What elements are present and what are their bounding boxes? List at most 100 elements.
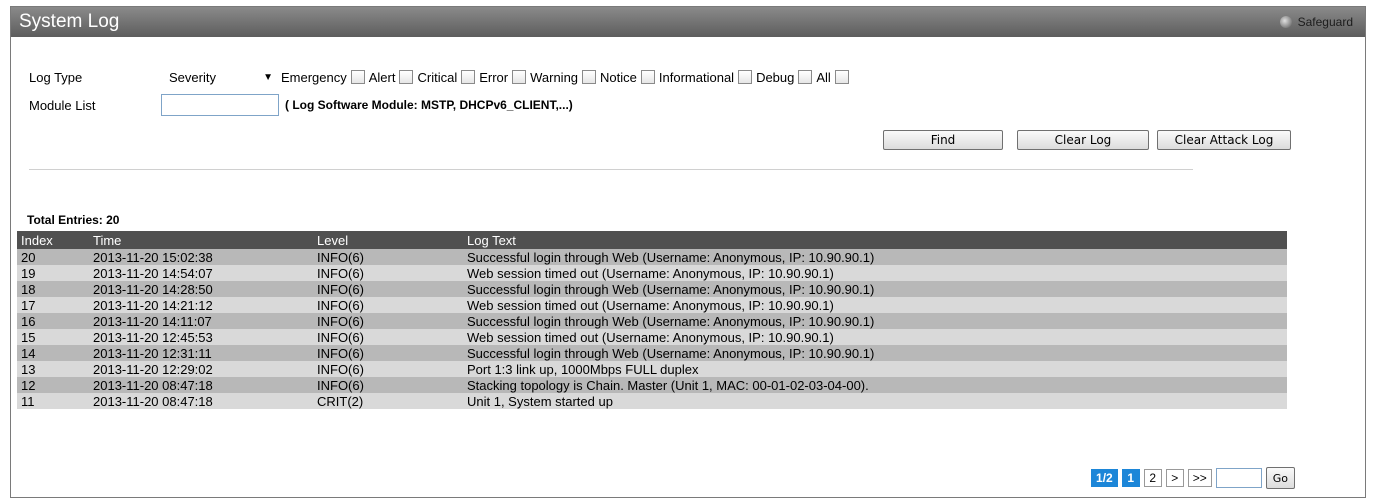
page-link-2[interactable]: 2 — [1143, 469, 1162, 487]
page-jump-input[interactable] — [1215, 468, 1262, 488]
log-table: Index Time Level Log Text 20 2013-11-20 1… — [17, 231, 1287, 409]
cell-index: 17 — [17, 297, 61, 313]
cell-time: 2013-11-20 14:54:07 — [61, 265, 313, 281]
system-log-panel: System Log Safeguard Log Type Severity ▼… — [10, 6, 1366, 498]
cell-index: 19 — [17, 265, 61, 281]
cell-time: 2013-11-20 08:47:18 — [61, 377, 313, 393]
cell-time: 2013-11-20 15:02:38 — [61, 249, 313, 265]
safeguard-label: Safeguard — [1297, 15, 1353, 29]
severity-option-label: Notice — [600, 69, 637, 85]
severity-option-label: Informational — [658, 69, 735, 85]
cell-time: 2013-11-20 12:31:11 — [61, 345, 313, 361]
table-row: 18 2013-11-20 14:28:50 INFO(6) Successful l… — [17, 281, 1287, 297]
cell-index: 13 — [17, 361, 61, 377]
total-entries: Total Entries: 20 — [27, 213, 120, 227]
cell-time: 2013-11-20 08:47:18 — [61, 393, 313, 409]
log-table-header: Index Time Level Log Text — [17, 231, 1287, 249]
find-button[interactable]: Find — [883, 130, 1003, 150]
module-list-row: Module List ( Log Software Module: MSTP,… — [29, 94, 573, 116]
clear-log-button[interactable]: Clear Log — [1017, 130, 1149, 150]
table-row: 13 2013-11-20 12:29:02 INFO(6) Port 1:3 lin… — [17, 361, 1287, 377]
title-bar: System Log Safeguard — [11, 7, 1365, 37]
cell-level: INFO(6) — [313, 313, 463, 329]
severity-option-label: All — [816, 69, 831, 85]
severity-checkbox[interactable] — [512, 70, 527, 84]
table-row: 17 2013-11-20 14:21:12 INFO(6) Web session … — [17, 297, 1287, 313]
next-page-link[interactable]: > — [1165, 469, 1184, 487]
cell-time: 2013-11-20 12:29:02 — [61, 361, 313, 377]
cell-level: INFO(6) — [313, 377, 463, 393]
severity-option-label: Critical — [417, 69, 458, 85]
severity-option-informational[interactable]: Informational — [658, 69, 753, 85]
cell-log-text: Web session timed out (Username: Anonymo… — [463, 297, 1287, 313]
cell-index: 12 — [17, 377, 61, 393]
column-time: Time — [61, 231, 313, 249]
cell-log-text: Web session timed out (Username: Anonymo… — [463, 329, 1287, 345]
cell-log-text: Web session timed out (Username: Anonymo… — [463, 265, 1287, 281]
severity-option-critical[interactable]: Critical — [417, 69, 476, 85]
severity-option-alert[interactable]: Alert — [369, 70, 414, 85]
cell-level: INFO(6) — [313, 345, 463, 361]
severity-checkbox[interactable] — [350, 70, 365, 84]
cell-level: CRIT(2) — [313, 393, 463, 409]
page-title: System Log — [19, 11, 120, 32]
cell-level: INFO(6) — [313, 249, 463, 265]
severity-checkbox[interactable] — [582, 70, 597, 84]
cell-log-text: Successful login through Web (Username: … — [463, 345, 1287, 361]
cell-log-text: Stacking topology is Chain. Master (Unit… — [463, 377, 1287, 393]
module-list-input[interactable] — [161, 94, 279, 116]
severity-option-notice[interactable]: Notice — [600, 70, 655, 85]
cell-time: 2013-11-20 14:11:07 — [61, 313, 313, 329]
cell-level: INFO(6) — [313, 297, 463, 313]
section-divider — [29, 169, 1193, 170]
last-page-link[interactable]: >> — [1187, 469, 1212, 487]
table-row: 15 2013-11-20 12:45:53 INFO(6) Web session … — [17, 329, 1287, 345]
table-row: 20 2013-11-20 15:02:38 INFO(6) Successful l… — [17, 249, 1287, 265]
log-type-label: Log Type — [29, 69, 83, 85]
severity-checkbox[interactable] — [640, 70, 655, 84]
cell-index: 11 — [17, 393, 61, 409]
severity-option-debug[interactable]: Debug — [756, 70, 813, 85]
pagination: 1/2 1 2 > >> Go — [1091, 467, 1295, 489]
severity-option-all[interactable]: All — [816, 69, 849, 85]
dropdown-arrow-icon: ▼ — [263, 71, 273, 83]
severity-checkbox[interactable] — [461, 70, 476, 84]
cell-time: 2013-11-20 12:45:53 — [61, 329, 313, 345]
cell-log-text: Successful login through Web (Username: … — [463, 313, 1287, 329]
cell-log-text: Successful login through Web (Username: … — [463, 249, 1287, 265]
page-link-1[interactable]: 1 — [1121, 469, 1140, 487]
log-type-value: Severity — [169, 69, 216, 85]
severity-option-warning[interactable]: Warning — [530, 70, 597, 85]
cell-level: INFO(6) — [313, 265, 463, 281]
cell-level: INFO(6) — [313, 329, 463, 345]
column-level: Level — [313, 231, 463, 249]
module-list-label: Module List — [29, 97, 96, 113]
cell-time: 2013-11-20 14:28:50 — [61, 281, 313, 297]
column-log-text: Log Text — [463, 231, 1287, 249]
cell-index: 18 — [17, 281, 61, 297]
severity-option-label: Emergency — [281, 69, 347, 85]
log-type-row: Log Type Severity ▼ Emergency Alert Critic… — [29, 67, 849, 87]
cell-log-text: Successful login through Web (Username: … — [463, 281, 1287, 297]
safeguard-indicator: Safeguard — [1279, 15, 1353, 29]
module-list-hint: ( Log Software Module: MSTP, DHCPv6_CLIE… — [285, 98, 573, 112]
cell-index: 14 — [17, 345, 61, 361]
table-row: 14 2013-11-20 12:31:11 INFO(6) Successful l… — [17, 345, 1287, 361]
safeguard-icon — [1279, 16, 1292, 28]
table-row: 16 2013-11-20 14:11:07 INFO(6) Successful l… — [17, 313, 1287, 329]
clear-attack-log-button[interactable]: Clear Attack Log — [1157, 130, 1291, 150]
severity-checkbox[interactable] — [399, 70, 414, 84]
column-index: Index — [17, 231, 61, 249]
go-button[interactable]: Go — [1265, 467, 1295, 489]
cell-log-text: Unit 1, System started up — [463, 393, 1287, 409]
severity-checkbox[interactable] — [738, 70, 753, 84]
severity-checkbox[interactable] — [798, 70, 813, 84]
cell-log-text: Port 1:3 link up, 1000Mbps FULL duplex — [463, 361, 1287, 377]
severity-option-emergency[interactable]: Emergency — [281, 70, 365, 85]
cell-index: 16 — [17, 313, 61, 329]
log-type-select[interactable]: Severity ▼ — [161, 67, 277, 87]
severity-option-label: Alert — [368, 69, 396, 85]
cell-index: 15 — [17, 329, 61, 345]
severity-checkbox[interactable] — [834, 70, 849, 84]
severity-option-error[interactable]: Error — [479, 70, 527, 85]
